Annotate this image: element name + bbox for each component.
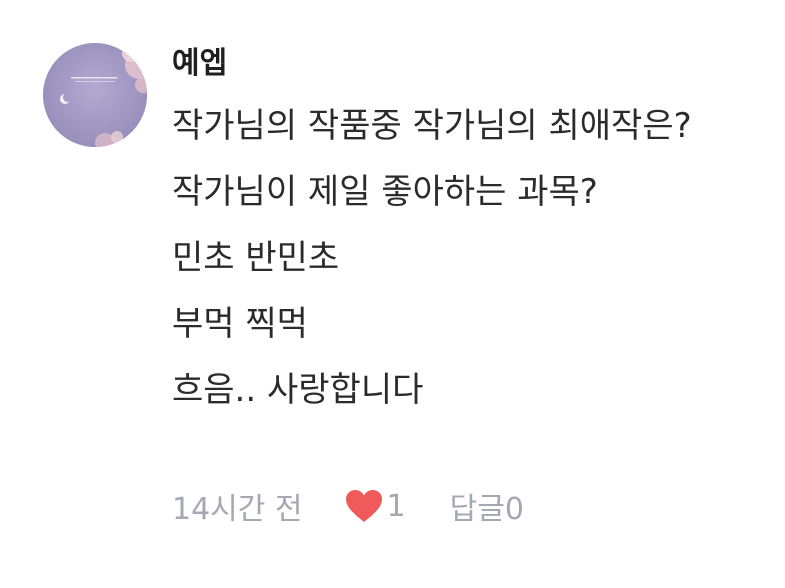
avatar-image [43, 43, 147, 147]
comment-item: 예엡 작가님의 작품중 작가님의 최애작은? 작가님이 제일 좋아하는 과목? … [0, 0, 785, 588]
reply-button[interactable]: 답글0 [450, 484, 524, 528]
comment-line: 작가님의 작품중 작가님의 최애작은? [172, 106, 692, 146]
comment-author[interactable]: 예엡 [172, 44, 227, 84]
comment-meta: 14시간 전 1 답글0 [172, 484, 524, 528]
comment-timestamp: 14시간 전 [172, 492, 303, 527]
like-count: 1 [386, 488, 406, 524]
comment-line: 흐음.. 사랑합니다 [172, 370, 424, 410]
comment-body: 작가님의 작품중 작가님의 최애작은? 작가님이 제일 좋아하는 과목? 민초 … [172, 102, 692, 432]
heart-icon [345, 490, 382, 522]
reply-label: 답글 [449, 492, 505, 527]
comment-line: 민초 반민초 [172, 238, 340, 278]
avatar[interactable] [43, 43, 147, 147]
comment-line: 작가님이 제일 좋아하는 과목? [172, 172, 598, 212]
comment-line: 부먹 찍먹 [172, 304, 308, 344]
reply-count: 0 [504, 492, 524, 527]
like-button[interactable]: 1 [345, 489, 406, 524]
